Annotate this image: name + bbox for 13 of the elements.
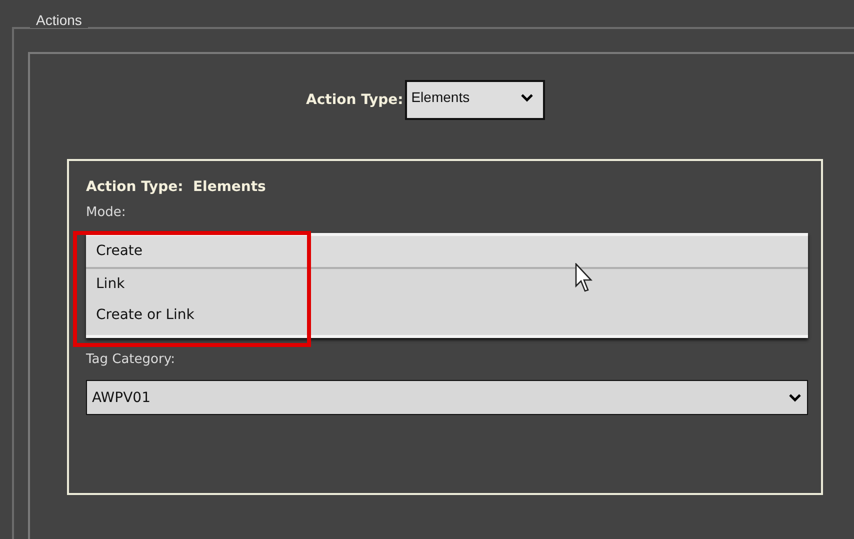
mode-label: Mode: <box>86 205 127 222</box>
mode-option[interactable]: Create or Link <box>86 300 808 331</box>
mode-option[interactable]: Link <box>86 269 808 300</box>
tag-category-dropdown[interactable]: AWPV01 <box>86 380 808 415</box>
mode-option[interactable]: Create <box>86 236 808 269</box>
chevron-down-icon <box>789 394 801 402</box>
chevron-down-icon <box>521 94 534 102</box>
action-type-dropdown[interactable]: Elements <box>405 80 546 120</box>
action-type-label: Action Type: <box>306 92 404 108</box>
mouse-pointer-icon <box>575 263 595 293</box>
panel-heading: Action Type: Elements <box>86 179 267 197</box>
group-title: Actions <box>30 12 88 28</box>
tag-category-label: Tag Category: <box>86 352 176 369</box>
